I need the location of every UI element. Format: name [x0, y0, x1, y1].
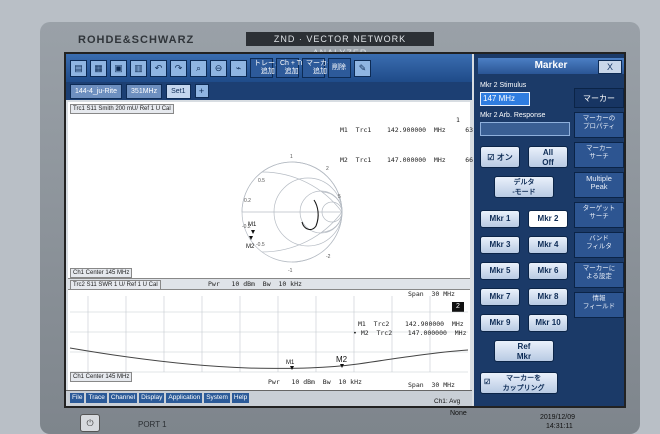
smith-tick: -0.5 — [256, 242, 265, 248]
right-tab-properties[interactable]: マーカーの プロパティ — [574, 112, 624, 138]
stimulus-input[interactable]: 147 MHz — [480, 92, 530, 106]
mkr3-button[interactable]: Mkr 3 — [480, 236, 520, 254]
right-tab-marker-settings[interactable]: マーカーに よる設定 — [574, 262, 624, 288]
print-icon[interactable]: ▥ — [130, 59, 147, 77]
menu-channel[interactable]: Channel — [108, 393, 138, 403]
trace2-header[interactable]: Trc2 S11 SWR 1 U/ Ref 1 U Cal — [70, 280, 161, 290]
brand-logo: ROHDE&SCHWARZ — [78, 34, 195, 46]
right-tab-band-filter[interactable]: バンド フィルタ — [574, 232, 624, 258]
menu-file[interactable]: File — [70, 393, 85, 403]
delta-mode-button[interactable]: デルタ -モード — [494, 176, 554, 198]
right-tab-marker[interactable]: マーカー — [574, 88, 624, 108]
plot-area: Trc1 S11 Smith 200 mU/ Ref 1 U Cal 1 0.5… — [68, 102, 520, 390]
right-tab-target-search[interactable]: ターゲット サーチ — [574, 202, 624, 228]
mkr10-button[interactable]: Mkr 10 — [528, 314, 568, 332]
tab-set1[interactable]: Set1 — [166, 83, 191, 99]
checkbox-icon: ☑ — [487, 153, 495, 162]
all-off-button[interactable]: All Off — [528, 146, 568, 168]
menu-help[interactable]: Help — [231, 393, 250, 403]
mkr9-button[interactable]: Mkr 9 — [480, 314, 520, 332]
mkr6-button[interactable]: Mkr 6 — [528, 262, 568, 280]
status-time: 14:31:11 — [546, 423, 573, 430]
marker-on-label: オン — [496, 153, 513, 162]
stimulus-label: Mkr 2 Stimulus — [480, 82, 527, 89]
status-avg-value: None — [450, 410, 467, 417]
arb-response-label: Mkr 2 Arb. Response — [480, 112, 546, 119]
redo-icon[interactable]: ↷ — [170, 59, 187, 77]
mkr5-button[interactable]: Mkr 5 — [480, 262, 520, 280]
mkr1-button[interactable]: Mkr 1 — [480, 210, 520, 228]
ch-tr-add-button[interactable]: Ch + Tr 追加 — [276, 58, 303, 78]
tab-file[interactable]: 144-4_ju-Rite — [70, 83, 123, 99]
coupling-checkbox-icon: ☑ — [484, 379, 491, 386]
zoom-icon[interactable]: ⌕ — [190, 59, 207, 77]
status-bar: File Trace Channel Display Application S… — [66, 390, 472, 406]
add-tab-icon[interactable]: + — [194, 84, 209, 98]
mkr7-button[interactable]: Mkr 7 — [480, 288, 520, 306]
status-date: 2019/12/09 — [540, 414, 576, 421]
swr-m1-label: M1 — [286, 360, 295, 366]
menu-system[interactable]: System — [204, 393, 230, 403]
coupling-label: マーカーを カップリング — [502, 375, 545, 392]
status-ch-avg: Ch1: Avg — [434, 398, 461, 405]
zoom-out-icon[interactable]: ⊖ — [210, 59, 227, 77]
trace2-pwr-bw: Pwr 10 dBm Bw 10 kHz — [268, 378, 362, 386]
save-icon[interactable]: ▣ — [110, 59, 127, 77]
smith-tick: 0.2 — [244, 198, 251, 204]
trace2-footer: Ch1 Center 145 MHz — [70, 372, 133, 382]
delete-button[interactable]: 削除 — [328, 58, 351, 78]
smith-m1-label: M1 — [248, 222, 257, 228]
right-tab-search[interactable]: マーカー サーチ — [574, 142, 624, 168]
smith-tick: -2 — [326, 254, 331, 260]
menu-bar: File Trace Channel Display Application S… — [70, 393, 250, 403]
smith-tick: -1 — [288, 268, 293, 274]
toolbar: ▤ ▦ ▣ ▥ ↶ ↷ ⌕ ⊖ ⌁ トレース 追加 Ch + Tr 追加 マーカ… — [66, 54, 472, 82]
pen-icon[interactable]: ✎ — [354, 59, 371, 77]
marker-on-button[interactable]: ☑ オン — [480, 146, 520, 168]
menu-trace[interactable]: Trace — [86, 393, 107, 403]
undo-icon[interactable]: ↶ — [150, 59, 167, 77]
mkr2-button[interactable]: Mkr 2 — [528, 210, 568, 228]
smith-marker-m1 — [251, 230, 255, 234]
smith-tick: 1 — [290, 154, 293, 160]
swr-trace — [69, 347, 469, 369]
menu-application[interactable]: Application — [166, 393, 203, 403]
menu-display[interactable]: Display — [139, 393, 165, 403]
trace2-span: Span 30 MHz — [408, 381, 455, 389]
model-plate: ZND · VECTOR NETWORK ANALYZER — [246, 32, 434, 58]
arb-response-field[interactable] — [480, 122, 570, 136]
right-tab-info-field[interactable]: 情報 フィールド — [574, 292, 624, 318]
tab-bar: 144-4_ju-Rite 351MHz Set1 + — [66, 82, 472, 100]
trace-add-button[interactable]: トレース 追加 — [250, 58, 282, 78]
smith-tick: 5 — [338, 194, 341, 200]
power-button[interactable]: ⏻ — [80, 414, 100, 432]
marker-panel: Marker X Mkr 2 Stimulus 147 MHz Mkr 2 Ar… — [434, 54, 624, 406]
mkr8-button[interactable]: Mkr 8 — [528, 288, 568, 306]
smith-m2-label: M2 — [246, 244, 255, 250]
swr-m2-label: M2 — [336, 355, 348, 364]
trace1-pwr-bw: Pwr 10 dBm Bw 10 kHz — [208, 280, 302, 288]
marker-coupling-button[interactable]: ☑ マーカーを カップリング — [480, 372, 558, 394]
open-icon[interactable]: ▦ — [90, 59, 107, 77]
new-icon[interactable]: ▤ — [70, 59, 87, 77]
right-tab-multiple-peak[interactable]: Multiple Peak — [574, 172, 624, 198]
port1-label: PORT 1 — [138, 420, 167, 429]
trace-icon[interactable]: ⌁ — [230, 59, 247, 77]
marker-add-button[interactable]: マーカー 追加 — [302, 58, 334, 78]
tab-freq[interactable]: 351MHz — [126, 83, 163, 99]
smith-tick: 2 — [326, 166, 329, 172]
screen: ▤ ▦ ▣ ▥ ↶ ↷ ⌕ ⊖ ⌁ トレース 追加 Ch + Tr 追加 マーカ… — [64, 52, 626, 408]
ref-marker-button[interactable]: Ref Mkr — [494, 340, 554, 362]
trace1-footer: Ch1 Center 145 MHz — [70, 268, 133, 278]
mkr4-button[interactable]: Mkr 4 — [528, 236, 568, 254]
close-button[interactable]: X — [598, 60, 622, 74]
smith-tick: 0.5 — [258, 178, 265, 184]
